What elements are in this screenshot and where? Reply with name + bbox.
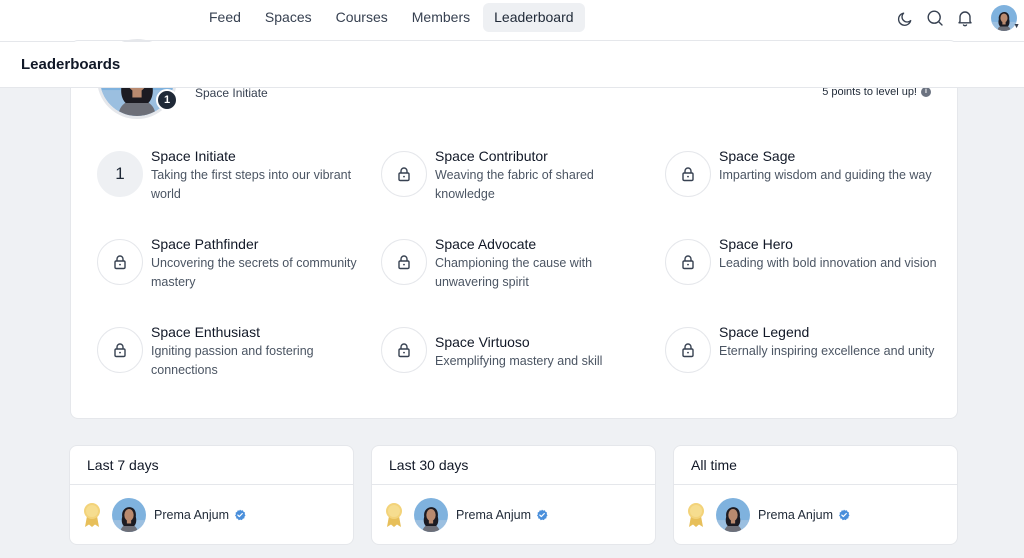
level-description: Uncovering the secrets of community mast… bbox=[151, 256, 357, 289]
level-name: Space Enthusiast bbox=[151, 324, 260, 340]
tab-courses[interactable]: Courses bbox=[325, 3, 399, 32]
leaderboard-title: Last 30 days bbox=[389, 457, 469, 473]
verified-badge-icon bbox=[536, 509, 548, 521]
lock-icon bbox=[665, 151, 711, 197]
medal-icon bbox=[686, 502, 706, 528]
level-description: Exemplifying mastery and skill bbox=[435, 354, 603, 368]
nav-tabs: Feed Spaces Courses Members Leaderboard bbox=[198, 3, 585, 32]
lock-icon bbox=[665, 327, 711, 373]
level-name: Space Pathfinder bbox=[151, 236, 259, 252]
level-item: Space Enthusiast Igniting passion and fo… bbox=[97, 321, 381, 381]
level-description: Imparting wisdom and guiding the way bbox=[719, 168, 932, 182]
tab-spaces[interactable]: Spaces bbox=[254, 3, 323, 32]
level-badge: 1 bbox=[156, 89, 178, 111]
level-item: Space Contributor Weaving the fabric of … bbox=[381, 145, 665, 205]
level-name: Space Initiate bbox=[151, 148, 236, 164]
avatar[interactable] bbox=[414, 498, 448, 532]
avatar[interactable] bbox=[112, 498, 146, 532]
leaderboard-title: All time bbox=[691, 457, 737, 473]
tab-feed[interactable]: Feed bbox=[198, 3, 252, 32]
leaderboard-row[interactable]: Prema Anjum bbox=[384, 498, 548, 532]
levels-card: 1 Space Initiate 5 points to level up! i… bbox=[70, 39, 958, 419]
current-level-label: Space Initiate bbox=[195, 86, 268, 100]
lock-icon bbox=[381, 327, 427, 373]
verified-badge-icon bbox=[838, 509, 850, 521]
member-name[interactable]: Prema Anjum bbox=[758, 508, 833, 522]
levels-grid: 1 Space Initiate Taking the first steps … bbox=[97, 145, 957, 381]
leaderboard-all-time: All time Prema Anjum bbox=[673, 445, 958, 545]
avatar[interactable] bbox=[716, 498, 750, 532]
level-item: Space Pathfinder Uncovering the secrets … bbox=[97, 233, 381, 293]
leaderboard-last-7-days: Last 7 days Prema Anjum bbox=[69, 445, 354, 545]
medal-icon bbox=[384, 502, 404, 528]
page-header: Leaderboards bbox=[0, 42, 1024, 88]
lock-icon bbox=[381, 239, 427, 285]
level-name: Space Hero bbox=[719, 236, 793, 252]
user-menu[interactable]: ▼ bbox=[984, 0, 1024, 36]
level-item: Space Hero Leading with bold innovation … bbox=[665, 233, 949, 293]
leaderboard-title: Last 7 days bbox=[87, 457, 159, 473]
divider bbox=[372, 484, 655, 485]
level-name: Space Sage bbox=[719, 148, 796, 164]
leaderboard-row[interactable]: Prema Anjum bbox=[82, 498, 246, 532]
level-name: Space Contributor bbox=[435, 148, 548, 164]
tab-leaderboard[interactable]: Leaderboard bbox=[483, 3, 585, 32]
member-name[interactable]: Prema Anjum bbox=[456, 508, 531, 522]
level-description: Eternally inspiring excellence and unity bbox=[719, 344, 935, 358]
level-description: Weaving the fabric of shared knowledge bbox=[435, 168, 594, 201]
level-name: Space Legend bbox=[719, 324, 810, 340]
lock-icon bbox=[665, 239, 711, 285]
level-item: Space Sage Imparting wisdom and guiding … bbox=[665, 145, 949, 205]
level-description: Leading with bold innovation and vision bbox=[719, 256, 937, 270]
level-item: Space Virtuoso Exemplifying mastery and … bbox=[381, 321, 665, 381]
info-icon[interactable]: i bbox=[921, 87, 931, 97]
nav-actions: ▼ bbox=[890, 0, 1024, 36]
leaderboard-row[interactable]: Prema Anjum bbox=[686, 498, 850, 532]
lock-icon bbox=[381, 151, 427, 197]
lock-icon bbox=[97, 327, 143, 373]
tab-members[interactable]: Members bbox=[401, 3, 481, 32]
moon-icon[interactable] bbox=[890, 3, 920, 33]
level-description: Igniting passion and fostering connectio… bbox=[151, 344, 314, 377]
search-icon[interactable] bbox=[920, 3, 950, 33]
top-navigation: Feed Spaces Courses Members Leaderboard … bbox=[0, 0, 1024, 42]
verified-badge-icon bbox=[234, 509, 246, 521]
lock-icon bbox=[97, 239, 143, 285]
level-number: 1 bbox=[97, 151, 143, 197]
divider bbox=[674, 484, 957, 485]
chevron-down-icon: ▼ bbox=[1013, 23, 1020, 30]
level-name: Space Virtuoso bbox=[435, 334, 530, 350]
page-title: Leaderboards bbox=[21, 56, 121, 73]
level-item: Space Advocate Championing the cause wit… bbox=[381, 233, 665, 293]
level-description: Championing the cause with unwavering sp… bbox=[435, 256, 593, 289]
level-item: Space Legend Eternally inspiring excelle… bbox=[665, 321, 949, 381]
member-name[interactable]: Prema Anjum bbox=[154, 508, 229, 522]
divider bbox=[70, 484, 353, 485]
level-description: Taking the first steps into our vibrant … bbox=[151, 168, 352, 201]
level-name: Space Advocate bbox=[435, 236, 537, 252]
leaderboard-last-30-days: Last 30 days Prema Anjum bbox=[371, 445, 656, 545]
bell-icon[interactable] bbox=[950, 3, 980, 33]
level-item: 1 Space Initiate Taking the first steps … bbox=[97, 145, 381, 205]
medal-icon bbox=[82, 502, 102, 528]
